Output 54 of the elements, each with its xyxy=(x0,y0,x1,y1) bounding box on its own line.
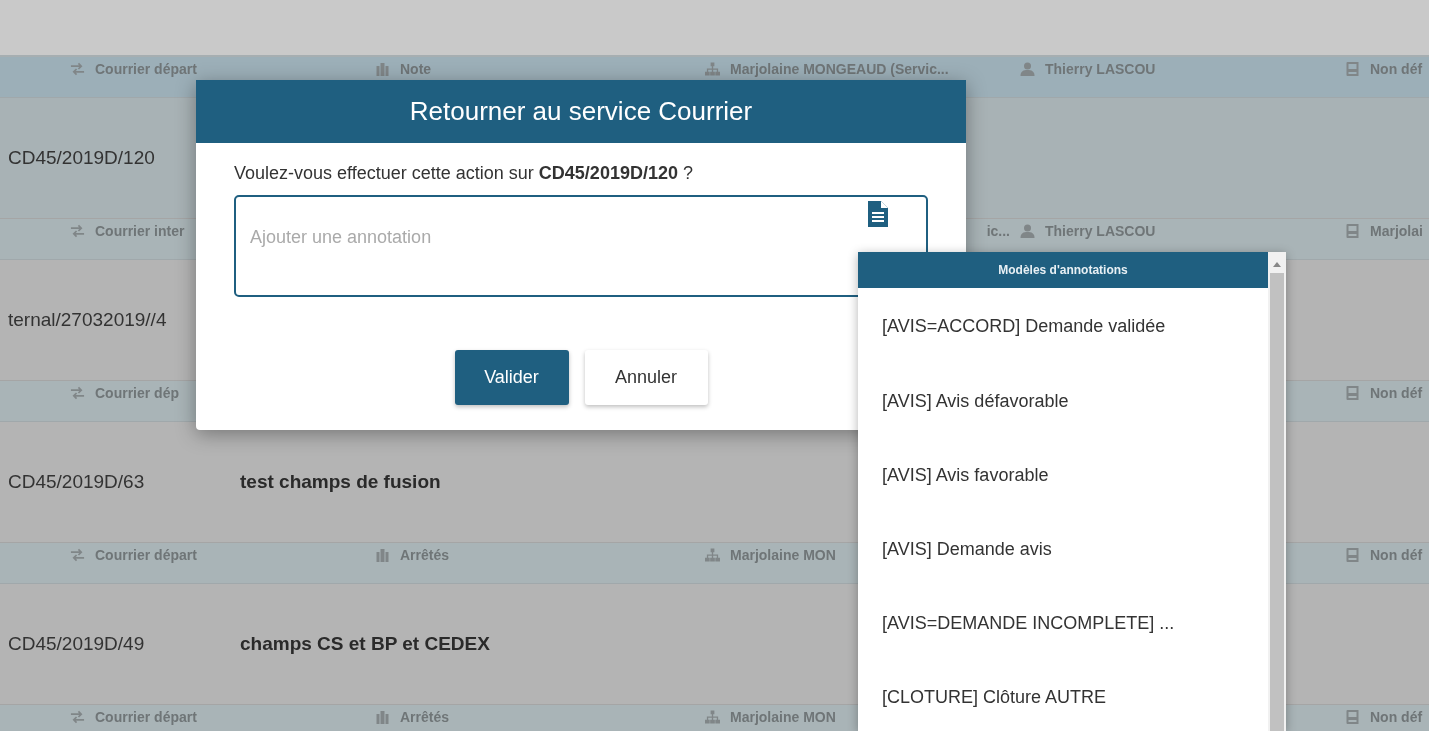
mail-type: Courrier départ xyxy=(95,709,197,725)
building-icon xyxy=(375,62,390,76)
entity: Marjolaine MONGEAUD (Servic... xyxy=(730,61,949,77)
book-icon xyxy=(1345,548,1360,562)
entity: Marjolaine MON xyxy=(730,547,836,563)
cancel-button[interactable]: Annuler xyxy=(584,350,708,405)
dialog-title: Retourner au service Courrier xyxy=(196,80,966,143)
mail-reference: CD45/2019D/63 xyxy=(7,471,146,493)
entity: ic... xyxy=(986,223,1010,239)
status: Marjolai xyxy=(1370,223,1423,239)
org-chart-icon xyxy=(705,710,720,724)
annotation-field[interactable]: Ajouter une annotation xyxy=(234,195,928,297)
status: Non déf xyxy=(1370,547,1423,563)
category: Note xyxy=(400,61,432,77)
template-option[interactable]: [AVIS=DEMANDE INCOMPLETE] ... xyxy=(858,586,1268,660)
mail-reference: ternal/27032019//4 xyxy=(7,309,168,331)
mail-reference: CD45/2019D/49 xyxy=(7,633,146,655)
org-chart-icon xyxy=(705,62,720,76)
mail-subject: champs CS et BP et CEDEX xyxy=(240,633,490,655)
category: Arrêtés xyxy=(400,709,450,725)
swap-arrows-icon xyxy=(70,386,85,400)
status: Non déf xyxy=(1370,709,1423,725)
user-name: Thierry LASCOU xyxy=(1045,223,1156,239)
scroll-up-icon[interactable] xyxy=(1273,262,1281,267)
user-icon xyxy=(1020,62,1035,76)
book-icon xyxy=(1345,62,1360,76)
swap-arrows-icon xyxy=(70,224,85,238)
user-icon xyxy=(1020,224,1035,238)
mail-type: Courrier inter xyxy=(95,223,185,239)
swap-arrows-icon xyxy=(70,710,85,724)
user-name: Thierry LASCOU xyxy=(1045,61,1156,77)
mail-reference: CD45/2019D/120 xyxy=(7,147,156,169)
book-icon xyxy=(1345,224,1360,238)
category: Arrêtés xyxy=(400,547,450,563)
book-icon xyxy=(1345,386,1360,400)
template-option[interactable]: [AVIS] Avis favorable xyxy=(858,438,1268,512)
org-chart-icon xyxy=(705,548,720,562)
validate-button[interactable]: Valider xyxy=(454,350,569,405)
mail-type: Courrier départ xyxy=(95,61,197,77)
swap-arrows-icon xyxy=(70,548,85,562)
mail-type: Courrier dép xyxy=(95,385,179,401)
status: Non déf xyxy=(1370,61,1423,77)
scrollbar[interactable] xyxy=(1268,252,1286,731)
mail-type: Courrier départ xyxy=(95,547,197,563)
mail-subject: test champs de fusion xyxy=(240,471,441,493)
swap-arrows-icon xyxy=(70,62,85,76)
entity: Marjolaine MON xyxy=(730,709,836,725)
building-icon xyxy=(375,548,390,562)
building-icon xyxy=(375,710,390,724)
status: Non déf xyxy=(1370,385,1423,401)
dropdown-title: Modèles d'annotations xyxy=(858,252,1268,288)
book-icon xyxy=(1345,710,1360,724)
dialog-question: Voulez-vous effectuer cette action sur CD45/2019D/120 ? xyxy=(234,163,694,185)
document-icon[interactable] xyxy=(868,201,888,227)
